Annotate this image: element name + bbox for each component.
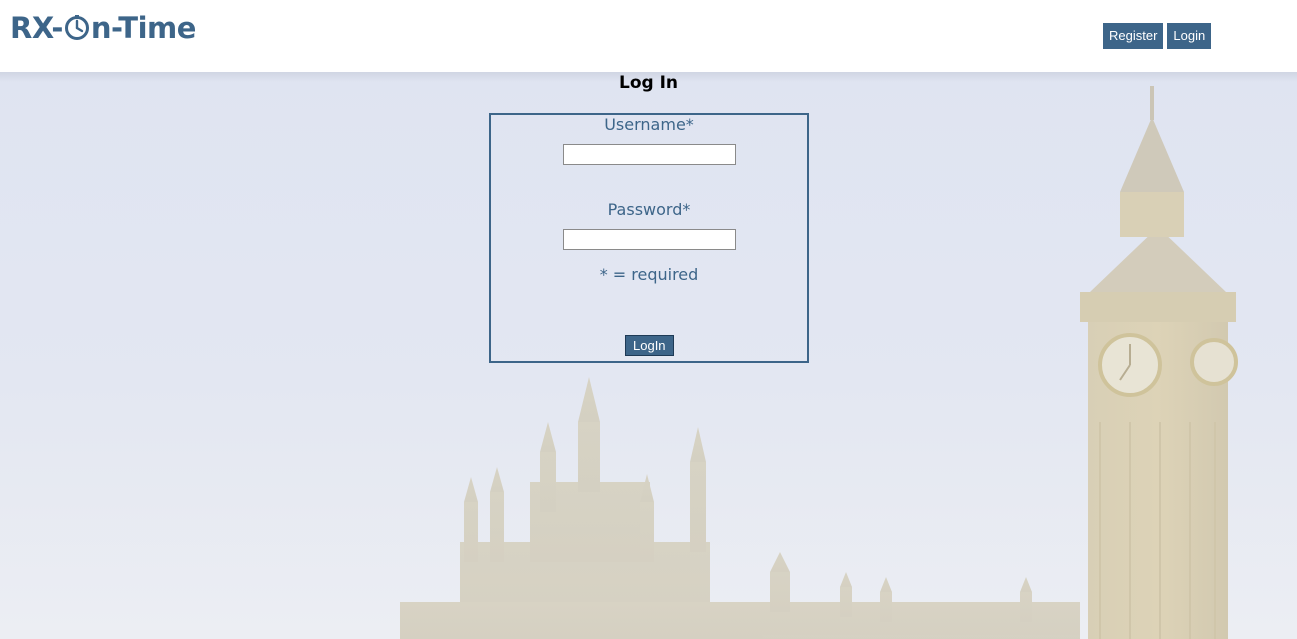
password-label: Password* [607, 200, 691, 219]
logo-text-suffix: n-Time [90, 11, 197, 45]
login-submit-button[interactable]: LogIn [625, 335, 674, 356]
palace-silhouette [400, 377, 1080, 639]
site-header: RX- n-Time Register Login [0, 0, 1297, 72]
logo-text-prefix: RX- [10, 11, 63, 45]
register-button[interactable]: Register [1103, 23, 1164, 49]
required-note: * = required [599, 265, 699, 284]
header-nav: Register Login [1103, 23, 1212, 49]
login-form: Username* Password* * = required LogIn [489, 113, 809, 363]
page-title: Log In [618, 73, 679, 93]
password-input[interactable] [563, 229, 736, 250]
username-label: Username* [604, 115, 694, 134]
username-input[interactable] [563, 144, 736, 165]
clock-tower-silhouette [1080, 86, 1238, 639]
clock-icon [64, 10, 90, 46]
site-logo[interactable]: RX- n-Time [10, 10, 196, 46]
login-nav-button[interactable]: Login [1167, 23, 1212, 49]
